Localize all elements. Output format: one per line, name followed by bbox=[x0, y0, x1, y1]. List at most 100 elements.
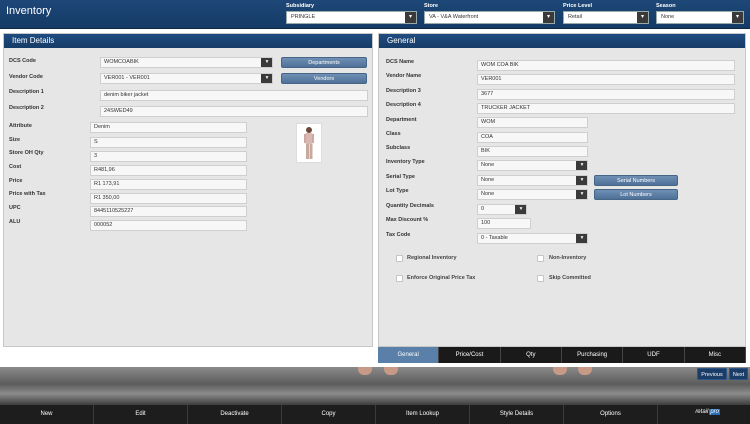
chevron-down-icon[interactable]: ▾ bbox=[261, 74, 272, 83]
regional-inventory-label: Regional Inventory bbox=[407, 255, 457, 261]
dcs-code-value: WOMCOABIK bbox=[104, 59, 139, 65]
tab-price-cost[interactable]: Price/Cost bbox=[439, 347, 501, 363]
price-label: Price bbox=[9, 178, 23, 184]
next-button[interactable]: Next bbox=[729, 368, 748, 380]
item-lookup-button[interactable]: Item Lookup bbox=[376, 405, 470, 424]
class-field[interactable]: COA bbox=[477, 132, 588, 143]
tax-code-label: Tax Code bbox=[386, 232, 411, 238]
tab-udf[interactable]: UDF bbox=[623, 347, 685, 363]
top-bar: Inventory Subsidiary PRINGLE ▾ Store VA … bbox=[0, 0, 750, 29]
chevron-down-icon[interactable]: ▾ bbox=[405, 12, 416, 23]
alu-field[interactable]: 000052 bbox=[90, 220, 247, 231]
regional-inventory-checkbox[interactable] bbox=[396, 255, 403, 262]
description4-field[interactable]: TRUCKER JACKET bbox=[477, 103, 735, 114]
price-level-group: Price Level Retail ▾ bbox=[563, 3, 649, 24]
serial-type-select[interactable]: None ▾ bbox=[477, 175, 588, 186]
dcs-code-label: DCS Code bbox=[9, 58, 36, 64]
tab-qty[interactable]: Qty bbox=[500, 347, 562, 363]
skip-committed-checkbox[interactable] bbox=[537, 275, 544, 282]
description1-field[interactable]: denim biker jacket bbox=[100, 90, 368, 101]
season-label: Season bbox=[656, 3, 676, 9]
non-inventory-checkbox[interactable] bbox=[537, 255, 544, 262]
dcs-name-label: DCS Name bbox=[386, 59, 415, 65]
attribute-label: Attribute bbox=[9, 123, 32, 129]
product-image[interactable] bbox=[296, 123, 322, 163]
serial-type-value: None bbox=[481, 177, 495, 183]
season-select[interactable]: None ▾ bbox=[656, 11, 744, 24]
vendors-button[interactable]: Vendors bbox=[281, 73, 367, 84]
chevron-down-icon[interactable]: ▾ bbox=[576, 176, 587, 185]
lot-type-select[interactable]: None ▾ bbox=[477, 189, 588, 200]
edit-button[interactable]: Edit bbox=[94, 405, 188, 424]
inventory-type-label: Inventory Type bbox=[386, 159, 425, 165]
chevron-down-icon[interactable]: ▾ bbox=[515, 205, 526, 214]
lot-type-value: None bbox=[481, 191, 495, 197]
subsidiary-group: Subsidiary PRINGLE ▾ bbox=[286, 3, 417, 24]
inventory-type-select[interactable]: None ▾ bbox=[477, 160, 588, 171]
season-group: Season None ▾ bbox=[656, 3, 744, 24]
person-jacket-icon bbox=[304, 127, 314, 159]
tax-code-select[interactable]: 0 - Taxable ▾ bbox=[477, 233, 588, 244]
dcs-name-field[interactable]: WOM COA BIK bbox=[477, 60, 735, 71]
vendor-code-select[interactable]: VER001 - VER001 ▾ bbox=[100, 73, 273, 84]
general-panel: General DCS Name WOM COA BIK Vendor Name… bbox=[378, 33, 746, 347]
store-oh-qty-field[interactable]: 3 bbox=[90, 151, 247, 162]
tab-purchasing[interactable]: Purchasing bbox=[561, 347, 624, 363]
cost-field[interactable]: R481,96 bbox=[90, 165, 247, 176]
logo-text-a: retail bbox=[695, 409, 709, 415]
department-label: Department bbox=[386, 117, 417, 123]
lot-numbers-button[interactable]: Lot Numbers bbox=[594, 189, 678, 200]
quantity-decimals-select[interactable]: 0 ▾ bbox=[477, 204, 527, 215]
general-title: General bbox=[379, 34, 745, 48]
upc-label: UPC bbox=[9, 205, 21, 211]
tab-general[interactable]: General bbox=[378, 347, 440, 363]
store-select[interactable]: VA - V&A Waterfront ▾ bbox=[424, 11, 555, 24]
options-button[interactable]: Options bbox=[564, 405, 658, 424]
price-with-tax-field[interactable]: R1 350,00 bbox=[90, 193, 247, 204]
tab-misc[interactable]: Misc bbox=[684, 347, 746, 363]
deactivate-button[interactable]: Deactivate bbox=[188, 405, 282, 424]
store-label: Store bbox=[424, 3, 439, 9]
department-field[interactable]: WOM bbox=[477, 117, 588, 128]
price-level-select[interactable]: Retail ▾ bbox=[563, 11, 649, 24]
chevron-down-icon[interactable]: ▾ bbox=[261, 58, 272, 67]
new-button[interactable]: New bbox=[0, 405, 94, 424]
style-details-button[interactable]: Style Details bbox=[470, 405, 564, 424]
vendor-code-value: VER001 - VER001 bbox=[104, 75, 150, 81]
hand-decoration bbox=[578, 367, 592, 375]
subsidiary-select[interactable]: PRINGLE ▾ bbox=[286, 11, 417, 24]
copy-button[interactable]: Copy bbox=[282, 405, 376, 424]
chevron-down-icon[interactable]: ▾ bbox=[732, 12, 743, 23]
price-field[interactable]: R1 173,91 bbox=[90, 179, 247, 190]
upc-field[interactable]: 8445110525227 bbox=[90, 206, 247, 217]
description2-field[interactable]: 24SWED49 bbox=[100, 106, 368, 117]
class-label: Class bbox=[386, 131, 401, 137]
chevron-down-icon[interactable]: ▾ bbox=[576, 161, 587, 170]
item-details-title: Item Details bbox=[4, 34, 372, 48]
subclass-label: Subclass bbox=[386, 145, 411, 151]
subsidiary-value: PRINGLE bbox=[291, 14, 316, 20]
previous-button[interactable]: Previous bbox=[697, 368, 727, 380]
tax-code-value: 0 - Taxable bbox=[481, 235, 508, 241]
max-discount-field[interactable]: 100 bbox=[477, 218, 531, 229]
attribute-field[interactable]: Denim bbox=[90, 122, 247, 133]
non-inventory-label: Non-Inventory bbox=[549, 255, 587, 261]
cost-label: Cost bbox=[9, 164, 22, 170]
season-value: None bbox=[661, 14, 675, 20]
departments-button[interactable]: Departments bbox=[281, 57, 367, 68]
chevron-down-icon[interactable]: ▾ bbox=[576, 234, 587, 243]
detail-tabs: General Price/Cost Qty Purchasing UDF Mi… bbox=[378, 347, 746, 363]
vendor-name-field[interactable]: VER001 bbox=[477, 74, 735, 85]
bottom-toolbar: New Edit Deactivate Copy Item Lookup Sty… bbox=[0, 405, 750, 424]
quantity-decimals-value: 0 bbox=[481, 206, 485, 212]
description3-field[interactable]: 3677 bbox=[477, 89, 735, 100]
enforce-original-price-tax-checkbox[interactable] bbox=[396, 275, 403, 282]
chevron-down-icon[interactable]: ▾ bbox=[576, 190, 587, 199]
chevron-down-icon[interactable]: ▾ bbox=[637, 12, 648, 23]
subclass-field[interactable]: BIK bbox=[477, 146, 588, 157]
vendor-code-label: Vendor Code bbox=[9, 74, 43, 80]
dcs-code-select[interactable]: WOMCOABIK ▾ bbox=[100, 57, 273, 68]
chevron-down-icon[interactable]: ▾ bbox=[543, 12, 554, 23]
serial-numbers-button[interactable]: Serial Numbers bbox=[594, 175, 678, 186]
size-field[interactable]: S bbox=[90, 137, 247, 148]
